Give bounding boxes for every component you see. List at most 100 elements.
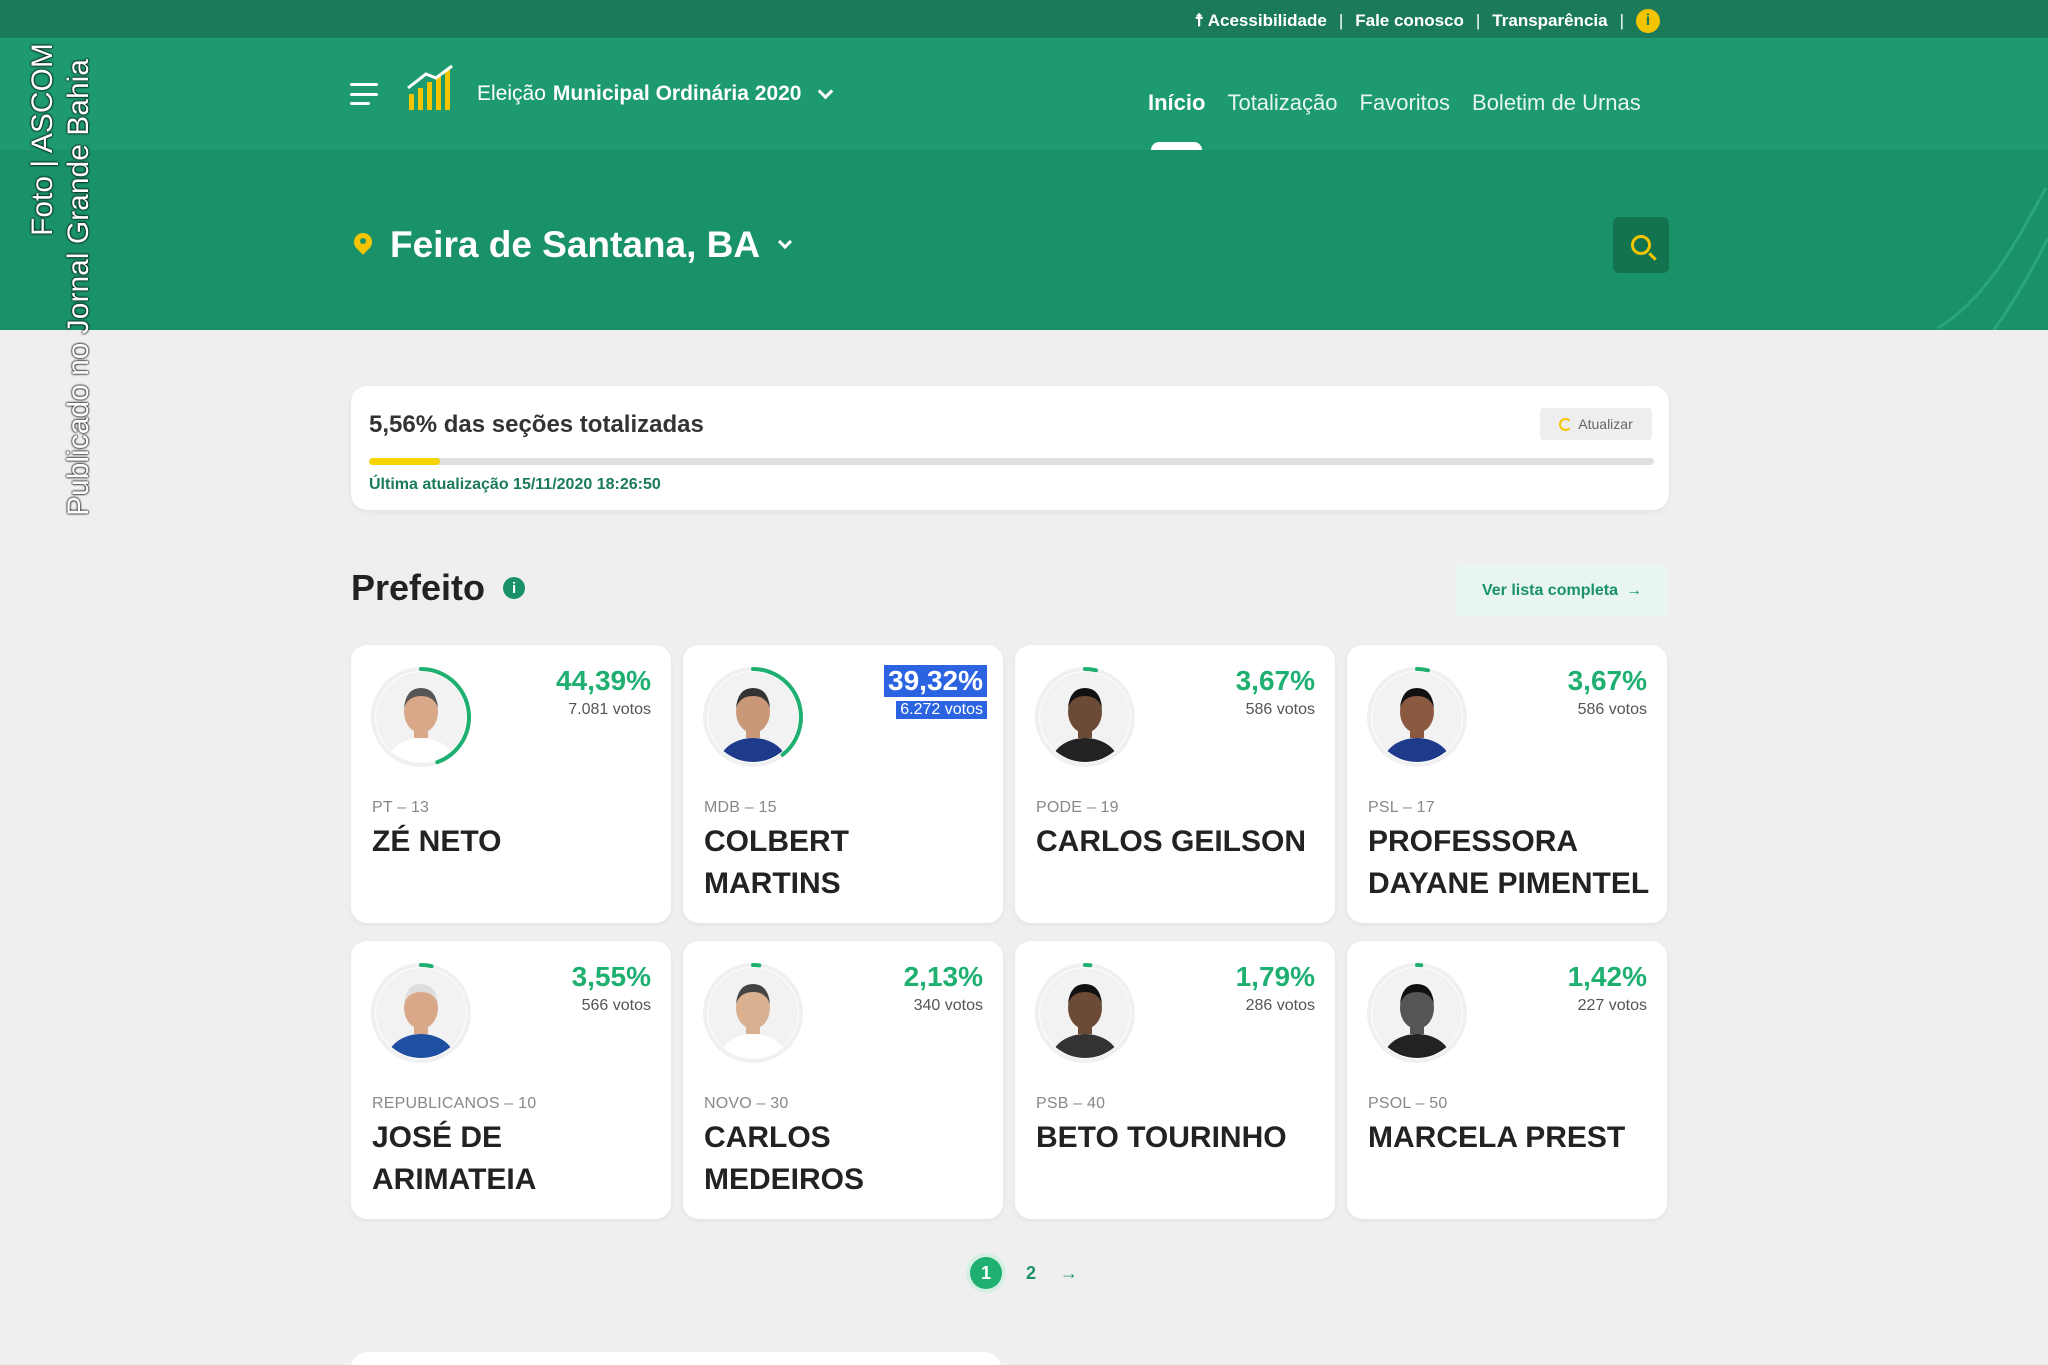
nav-item-boletim-de-urnas[interactable]: Boletim de Urnas	[1472, 90, 1641, 116]
site-header: Eleição Municipal Ordinária 2020 Início …	[0, 38, 2048, 330]
vote-count: 7.081 votos	[568, 701, 651, 718]
party-number: PSL – 17	[1368, 799, 1435, 816]
candidate-photo-ring	[368, 664, 474, 770]
candidate-name: COLBERT MARTINS	[704, 825, 849, 900]
vote-percentage: 3,55%	[571, 961, 651, 992]
location-pin-icon	[354, 233, 372, 257]
decorative-swoosh	[1937, 187, 2048, 330]
next-section-card	[351, 1352, 1001, 1365]
candidate-photo-ring	[1032, 960, 1138, 1066]
next-page-arrow-icon[interactable]: →	[1060, 1263, 1078, 1284]
nav-item-totalizacao[interactable]: Totalização	[1227, 90, 1337, 116]
candidate-photo	[1040, 968, 1130, 1058]
vote-percentage: 1,42%	[1567, 961, 1647, 992]
party-number: PT – 13	[372, 799, 430, 816]
candidate-photo	[708, 672, 798, 762]
section-title: Prefeito i	[351, 567, 526, 609]
vote-count: 340 votos	[913, 997, 983, 1014]
nav-item-favoritos[interactable]: Favoritos	[1360, 90, 1450, 116]
candidate-card[interactable]: 3,67% 586 votos PODE – 19 CARLOS GEILSON	[1015, 645, 1335, 923]
vote-count: 227 votos	[1577, 997, 1647, 1014]
full-list-button[interactable]: Ver lista completa →	[1456, 565, 1668, 617]
vote-count: 6.272 votos	[896, 701, 987, 719]
credit-line-1: Foto | ASCOM	[26, 43, 59, 236]
info-icon[interactable]: i	[1636, 9, 1660, 33]
candidate-name: MARCELA PREST	[1368, 1121, 1626, 1154]
contact-link[interactable]: Fale conosco	[1355, 11, 1464, 31]
transparency-link[interactable]: Transparência	[1492, 11, 1607, 31]
nav-menu: Início Totalização Favoritos Boletim de …	[1148, 90, 1641, 150]
page-2-button[interactable]: 2	[1026, 1263, 1036, 1284]
candidate-card[interactable]: 39,32% 6.272 votos MDB – 15 COLBERT MARTINS	[683, 645, 1003, 923]
progress-title: 5,56% das seções totalizadas	[369, 411, 704, 438]
candidate-card[interactable]: 1,79% 286 votos PSB – 40 BETO TOURINHO	[1015, 941, 1335, 1219]
vote-percentage: 2,13%	[903, 961, 983, 992]
vote-percentage: 3,67%	[1567, 665, 1647, 696]
candidate-photo-ring	[1032, 664, 1138, 770]
vote-percentage: 1,79%	[1235, 961, 1315, 992]
candidate-name: PROFESSORA DAYANE PIMENTEL	[1368, 825, 1650, 900]
full-list-label: Ver lista completa	[1481, 582, 1619, 599]
last-update-text: Última atualização 15/11/2020 18:26:50	[369, 476, 661, 493]
refresh-button[interactable]: Atualizar	[1540, 408, 1652, 440]
candidate-card[interactable]: 3,55% 566 votos REPUBLICANOS – 10 JOSÉ DE A…	[351, 941, 671, 1219]
candidate-photo-ring	[1364, 664, 1470, 770]
section-title-text: Prefeito	[351, 567, 486, 608]
election-prefix: Eleição	[477, 82, 546, 105]
candidate-photo-ring	[368, 960, 474, 1066]
refresh-icon	[1559, 417, 1573, 431]
candidate-photo	[376, 672, 466, 762]
chevron-down-icon	[778, 234, 793, 250]
accessibility-link[interactable]: ☨ Acessibilidade	[1194, 11, 1326, 31]
search-button[interactable]	[1613, 217, 1669, 273]
party-number: PSB – 40	[1036, 1095, 1106, 1112]
candidate-photo	[1372, 968, 1462, 1058]
party-number: PODE – 19	[1036, 799, 1119, 816]
candidate-photo-ring	[1364, 960, 1470, 1066]
candidate-name: BETO TOURINHO	[1036, 1121, 1287, 1154]
vote-percentage: 3,67%	[1235, 665, 1315, 696]
candidate-card[interactable]: 44,39% 7.081 votos PT – 13 ZÉ NETO	[351, 645, 671, 923]
progress-bar	[369, 458, 1654, 465]
candidate-name: ZÉ NETO	[372, 825, 502, 858]
party-number: REPUBLICANOS – 10	[372, 1095, 537, 1112]
credit-line-2: Publicado no Jornal Grande Bahia	[62, 59, 95, 516]
pagination: 1 2 →	[970, 1257, 1078, 1289]
separator: |	[1338, 11, 1344, 30]
candidate-photo	[708, 968, 798, 1058]
accessibility-link-label: Acessibilidade	[1207, 11, 1327, 30]
arrow-right-icon: →	[1626, 582, 1643, 599]
election-selector[interactable]: Eleição Municipal Ordinária 2020	[477, 82, 834, 106]
candidate-card[interactable]: 3,67% 586 votos PSL – 17 PROFESSORA DAYANE …	[1347, 645, 1667, 923]
vote-count: 566 votos	[581, 997, 651, 1014]
refresh-label: Atualizar	[1578, 416, 1633, 432]
search-icon	[1631, 235, 1651, 255]
election-title: Municipal Ordinária 2020	[552, 82, 802, 105]
utility-links: ☨ Acessibilidade | Fale conosco | Transpa…	[1194, 9, 1660, 33]
info-icon[interactable]: i	[503, 577, 526, 599]
photo-credit: Foto | ASCOM Publicado no Jornal Grande …	[26, 36, 106, 516]
page-1-button[interactable]: 1	[970, 1257, 1002, 1289]
party-number: NOVO – 30	[704, 1095, 789, 1112]
location-selector[interactable]: Feira de Santana, BA	[354, 224, 793, 266]
separator: |	[1619, 11, 1624, 30]
candidate-name: CARLOS GEILSON	[1036, 825, 1307, 858]
candidate-photo	[1372, 672, 1462, 762]
menu-icon[interactable]	[350, 83, 378, 105]
nav-item-inicio[interactable]: Início	[1148, 90, 1205, 150]
accessibility-icon: ☨	[1194, 11, 1204, 30]
utility-bar: ☨ Acessibilidade | Fale conosco | Transpa…	[0, 0, 2048, 38]
vote-count: 586 votos	[1245, 701, 1315, 718]
vote-count: 286 votos	[1245, 997, 1315, 1014]
main-nav: Eleição Municipal Ordinária 2020 Início …	[0, 38, 2048, 150]
party-number: MDB – 15	[704, 799, 777, 816]
candidate-photo-ring	[700, 960, 806, 1066]
candidate-name: JOSÉ DE ARIMATEIA	[372, 1121, 537, 1196]
candidate-photo	[1040, 672, 1130, 762]
candidate-photo-ring	[700, 664, 806, 770]
candidate-card[interactable]: 2,13% 340 votos NOVO – 30 CARLOS MEDEIROS	[683, 941, 1003, 1219]
progress-bar-fill	[369, 458, 441, 465]
vote-percentage: 39,32%	[884, 665, 987, 697]
chevron-down-icon	[818, 83, 834, 99]
candidate-card[interactable]: 1,42% 227 votos PSOL – 50 MARCELA PREST	[1347, 941, 1667, 1219]
